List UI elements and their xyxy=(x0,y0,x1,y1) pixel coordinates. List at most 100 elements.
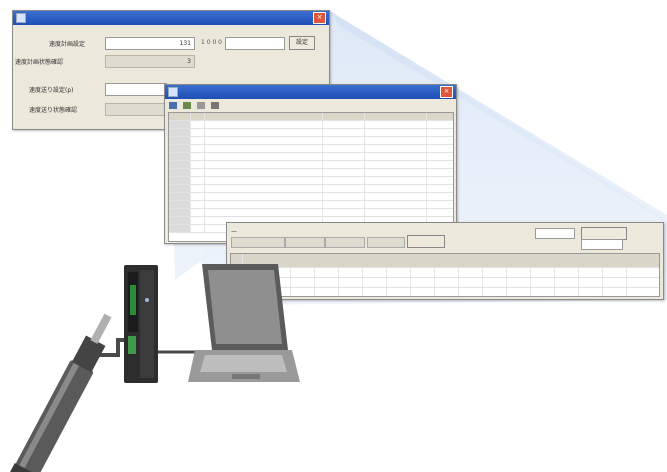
data-cell xyxy=(435,288,459,296)
log-cell xyxy=(365,169,427,176)
log-row[interactable] xyxy=(169,129,453,137)
log-cell xyxy=(365,185,427,192)
log-row[interactable] xyxy=(169,169,453,177)
row1-set-button[interactable]: 設定 xyxy=(289,36,315,50)
log-cell xyxy=(365,121,427,128)
data-cell xyxy=(459,278,483,287)
data-cell xyxy=(483,278,507,287)
log-row-header xyxy=(169,193,191,200)
data-cell xyxy=(603,278,627,287)
log-row[interactable] xyxy=(169,209,453,217)
data-cell xyxy=(459,288,483,296)
data-row[interactable] xyxy=(231,268,659,278)
row3-input[interactable] xyxy=(105,83,167,96)
log-cell xyxy=(365,209,427,216)
row1-input[interactable]: 131 xyxy=(105,37,195,50)
data-label-1: — xyxy=(231,228,237,235)
log-cell xyxy=(205,121,323,128)
log-row[interactable] xyxy=(169,161,453,169)
data-cell xyxy=(339,278,363,287)
log-cell xyxy=(323,177,365,184)
save-icon[interactable] xyxy=(169,102,177,109)
log-row[interactable] xyxy=(169,145,453,153)
log-cell xyxy=(323,121,365,128)
data-value-2 xyxy=(285,237,325,248)
log-row-header xyxy=(169,185,191,192)
row4-display xyxy=(105,103,167,116)
log-row[interactable] xyxy=(169,185,453,193)
data-row[interactable] xyxy=(231,288,659,296)
data-cell xyxy=(411,268,435,277)
tool-icon[interactable] xyxy=(197,102,205,109)
log-toolbar xyxy=(169,102,219,109)
log-table-body xyxy=(169,121,453,233)
data-cell xyxy=(411,288,435,296)
log-close-button[interactable]: × xyxy=(440,86,453,98)
log-row-header xyxy=(169,153,191,160)
data-input-right[interactable] xyxy=(581,239,623,250)
data-cell xyxy=(231,268,243,277)
data-cell xyxy=(243,268,267,277)
log-col-0 xyxy=(169,113,191,120)
log-col-2 xyxy=(205,113,323,120)
log-cell xyxy=(323,209,365,216)
log-cell xyxy=(365,129,427,136)
log-row-header xyxy=(169,209,191,216)
log-row-header xyxy=(169,201,191,208)
data-cell xyxy=(483,288,507,296)
data-cell xyxy=(243,278,267,287)
data-cell xyxy=(531,268,555,277)
row4-label: 速度送り状態確認 xyxy=(29,107,78,114)
log-row-header xyxy=(169,145,191,152)
data-cell xyxy=(363,288,387,296)
log-cell xyxy=(191,121,205,128)
log-row-header xyxy=(169,121,191,128)
log-row[interactable] xyxy=(169,153,453,161)
open-icon[interactable] xyxy=(183,102,191,109)
data-cell xyxy=(291,288,315,296)
data-cell xyxy=(315,288,339,296)
log-row[interactable] xyxy=(169,177,453,185)
settings-icon[interactable] xyxy=(211,102,219,109)
log-row-header xyxy=(169,137,191,144)
data-cell xyxy=(555,268,579,277)
log-row[interactable] xyxy=(169,137,453,145)
log-cell xyxy=(323,201,365,208)
log-row-header xyxy=(169,169,191,176)
data-table-header xyxy=(231,254,659,268)
row1-unit: 1 0 0 0 xyxy=(201,39,222,46)
log-row[interactable] xyxy=(169,193,453,201)
row2-display: 3 xyxy=(105,55,195,68)
log-cell xyxy=(205,169,323,176)
log-cell xyxy=(365,137,427,144)
data-row[interactable] xyxy=(231,278,659,288)
log-cell xyxy=(365,153,427,160)
data-select[interactable] xyxy=(535,228,575,239)
log-cell xyxy=(205,129,323,136)
log-cell xyxy=(323,153,365,160)
data-mid-button[interactable] xyxy=(407,235,445,248)
log-cell xyxy=(191,161,205,168)
log-cell xyxy=(205,193,323,200)
title-bar: × xyxy=(13,11,329,25)
data-cell xyxy=(579,288,603,296)
data-cell xyxy=(555,288,579,296)
log-cell xyxy=(191,209,205,216)
data-value-4 xyxy=(367,237,405,248)
data-cell xyxy=(339,288,363,296)
data-cell xyxy=(363,278,387,287)
data-cell xyxy=(291,278,315,287)
row1-input-2[interactable] xyxy=(225,37,285,50)
log-cell xyxy=(205,161,323,168)
log-row[interactable] xyxy=(169,201,453,209)
log-app-icon xyxy=(168,87,178,97)
data-cell xyxy=(339,268,363,277)
log-cell xyxy=(323,129,365,136)
data-cell xyxy=(315,278,339,287)
data-cell xyxy=(411,278,435,287)
log-cell xyxy=(191,193,205,200)
log-cell xyxy=(205,153,323,160)
close-button[interactable]: × xyxy=(313,12,326,24)
log-cell xyxy=(365,145,427,152)
log-row[interactable] xyxy=(169,121,453,129)
